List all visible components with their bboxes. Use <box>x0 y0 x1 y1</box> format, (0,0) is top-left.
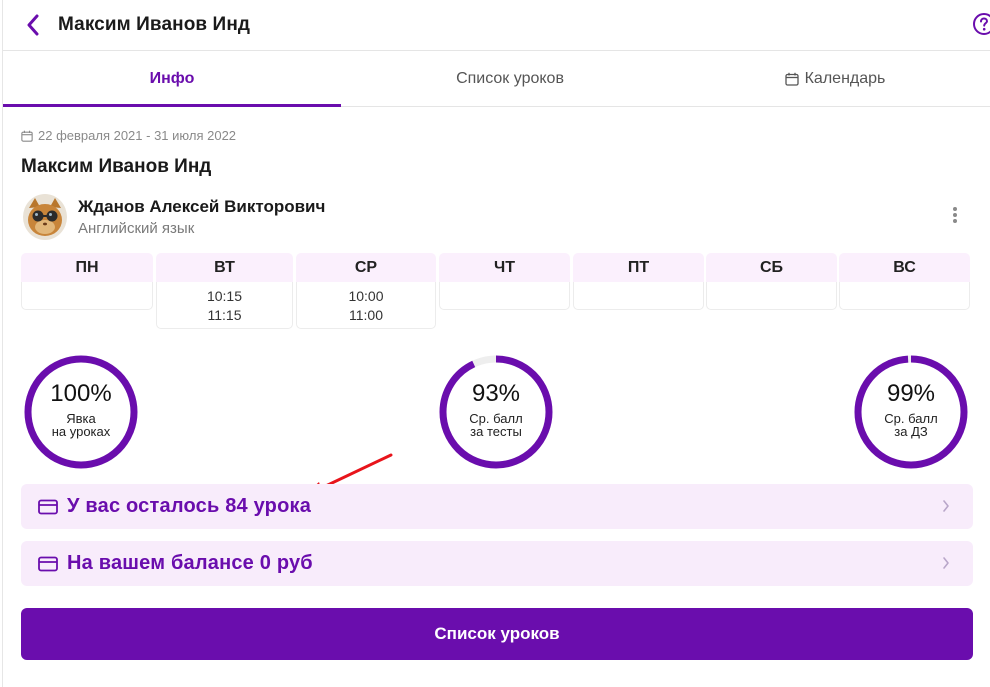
stat-label-line2: на уроках <box>51 424 111 439</box>
calendar-icon <box>21 130 33 142</box>
schedule-day-fri: ПТ <box>573 253 704 282</box>
schedule-start-time: 10:00 <box>348 288 384 304</box>
tab-lessons[interactable]: Список уроков <box>341 51 679 107</box>
header: Максим Иванов Инд <box>3 0 990 51</box>
stat-homework: 99% Ср. балл за ДЗ <box>851 352 971 472</box>
schedule-day-wed: СР <box>296 253 436 282</box>
avatar <box>23 194 67 240</box>
tab-calendar[interactable]: Календарь <box>679 51 990 107</box>
schedule-slot-thu <box>439 282 570 310</box>
group-title: Максим Иванов Инд <box>21 156 212 177</box>
schedule-end-time: 11:00 <box>349 307 383 323</box>
schedule-slot-sat <box>706 282 837 310</box>
chevron-right-icon <box>943 500 949 512</box>
stat-tests-label: Ср. балл за тесты <box>436 412 556 438</box>
active-tab-indicator <box>3 104 341 107</box>
teacher-name: Жданов Алексей Викторович <box>78 197 326 216</box>
schedule-slot-wed[interactable]: 10:00 11:00 <box>296 282 436 329</box>
tab-bar: Инфо Список уроков Календарь <box>3 51 990 107</box>
schedule-day-tue: ВТ <box>156 253 293 282</box>
more-dot <box>953 219 957 223</box>
tab-info-label: Инфо <box>149 70 195 87</box>
schedule-slot-fri <box>573 282 704 310</box>
schedule-day-sat: СБ <box>706 253 837 282</box>
schedule-slot-mon <box>21 282 153 310</box>
schedule-start-time: 10:15 <box>206 288 243 304</box>
schedule-day-thu: ЧТ <box>439 253 570 282</box>
stat-attendance-label: Явка на уроках <box>21 412 141 438</box>
stat-attendance-value: 100% <box>50 380 112 407</box>
more-vertical-icon <box>953 207 957 211</box>
stat-homework-value: 99% <box>886 380 936 407</box>
schedule-day-mon: ПН <box>21 253 153 282</box>
stat-tests-value: 93% <box>471 380 521 407</box>
lessons-left-row[interactable]: У вас осталось 84 урока <box>21 484 973 529</box>
tab-lessons-label: Список уроков <box>456 70 564 87</box>
stat-label-line2: за тесты <box>470 424 522 439</box>
stat-homework-label: Ср. балл за ДЗ <box>851 412 971 438</box>
credit-card-icon <box>38 556 58 572</box>
schedule-slot-sun <box>839 282 970 310</box>
date-range: 22 февраля 2021 - 31 июля 2022 <box>21 128 236 143</box>
lessons-list-button[interactable]: Список уроков <box>21 608 973 660</box>
stat-attendance: 100% Явка на уроках <box>21 352 141 472</box>
tab-info[interactable]: Инфо <box>3 51 341 107</box>
back-button[interactable] <box>19 11 47 39</box>
teacher-subject: Английский язык <box>78 220 195 237</box>
chevron-left-icon <box>27 14 39 36</box>
schedule-day-sun: ВС <box>839 253 970 282</box>
lesson-group-panel: Максим Иванов Инд Инфо Список уроков Кал… <box>2 0 990 687</box>
lessons-left-text: У вас осталось 84 урока <box>67 495 312 517</box>
schedule-slot-tue[interactable]: 10:15 11:15 <box>156 282 293 329</box>
credit-card-icon <box>38 499 58 515</box>
date-range-text: 22 февраля 2021 - 31 июля 2022 <box>38 128 237 143</box>
stat-tests: 93% Ср. балл за тесты <box>436 352 556 472</box>
help-button[interactable] <box>972 12 990 36</box>
question-circle-icon <box>973 13 990 35</box>
balance-row[interactable]: На вашем балансе 0 руб <box>21 541 973 586</box>
page-title: Максим Иванов Инд <box>58 14 251 35</box>
tab-calendar-label: Календарь <box>804 70 886 87</box>
schedule-end-time: 11:15 <box>207 307 242 323</box>
calendar-icon <box>784 72 799 86</box>
balance-text: На вашем балансе 0 руб <box>67 552 313 574</box>
more-dot <box>953 213 957 217</box>
more-options-button[interactable] <box>948 204 962 226</box>
chevron-right-icon <box>943 557 949 569</box>
stat-label-line2: за ДЗ <box>894 424 928 439</box>
